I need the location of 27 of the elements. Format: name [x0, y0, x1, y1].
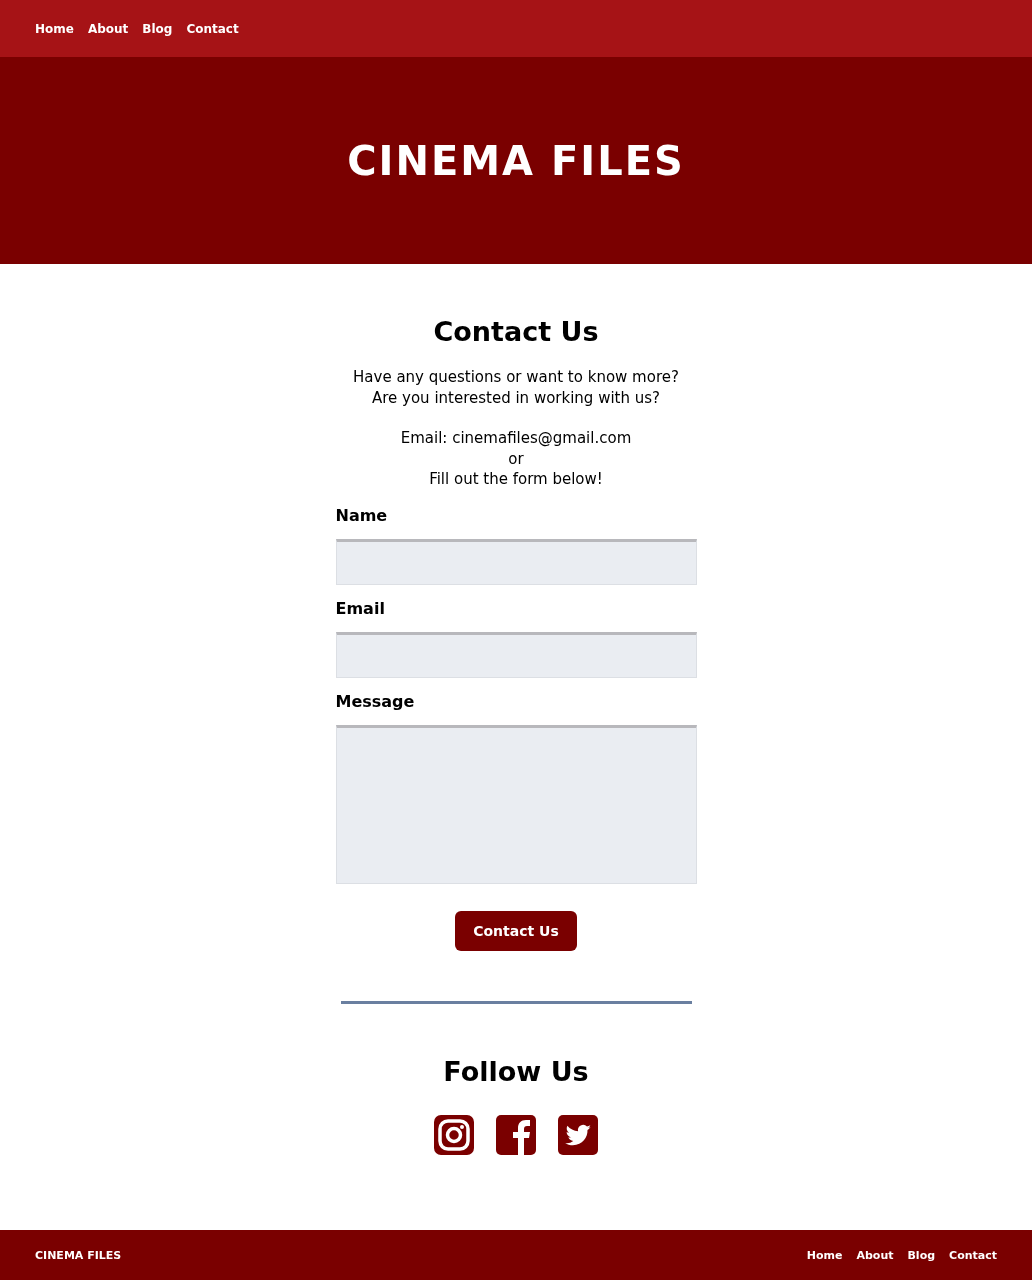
footer-link[interactable]: Contact — [949, 1248, 997, 1262]
intro-text: Fill out the form below! — [428, 469, 604, 490]
footer-link[interactable]: Home — [806, 1248, 843, 1262]
footer-brand: CINEMA FILES — [35, 1248, 122, 1262]
field-label: Name — [335, 505, 389, 525]
intro-text: Are you interested in working with us? — [370, 387, 662, 408]
nav-link[interactable]: Home — [35, 21, 74, 36]
instagram-icon[interactable] — [434, 1114, 474, 1155]
submit-button[interactable]: Contact Us — [455, 910, 577, 951]
footer-link[interactable]: About — [856, 1248, 894, 1262]
field-label: Email — [335, 598, 386, 618]
nav-link[interactable]: Blog — [142, 21, 173, 36]
field-label: Message — [335, 691, 416, 711]
nav-link[interactable]: About — [87, 21, 129, 36]
footer-link[interactable]: Blog — [907, 1248, 936, 1262]
bird-icon[interactable] — [558, 1114, 598, 1155]
input-field[interactable] — [335, 631, 697, 678]
site-title: CINEMA FILES — [347, 137, 685, 184]
message-field[interactable] — [335, 724, 697, 884]
intro-text: Have any questions or want to know more? — [353, 367, 679, 388]
section-heading: Follow Us — [443, 1055, 589, 1087]
nav-link[interactable]: Contact — [186, 21, 239, 36]
section-heading: Contact Us — [433, 316, 599, 347]
facebook-icon[interactable] — [496, 1114, 536, 1155]
intro-text: Email: cinemafiles@gmail.com — [400, 428, 632, 449]
input-field[interactable] — [335, 538, 697, 585]
intro-text: or — [507, 448, 525, 469]
